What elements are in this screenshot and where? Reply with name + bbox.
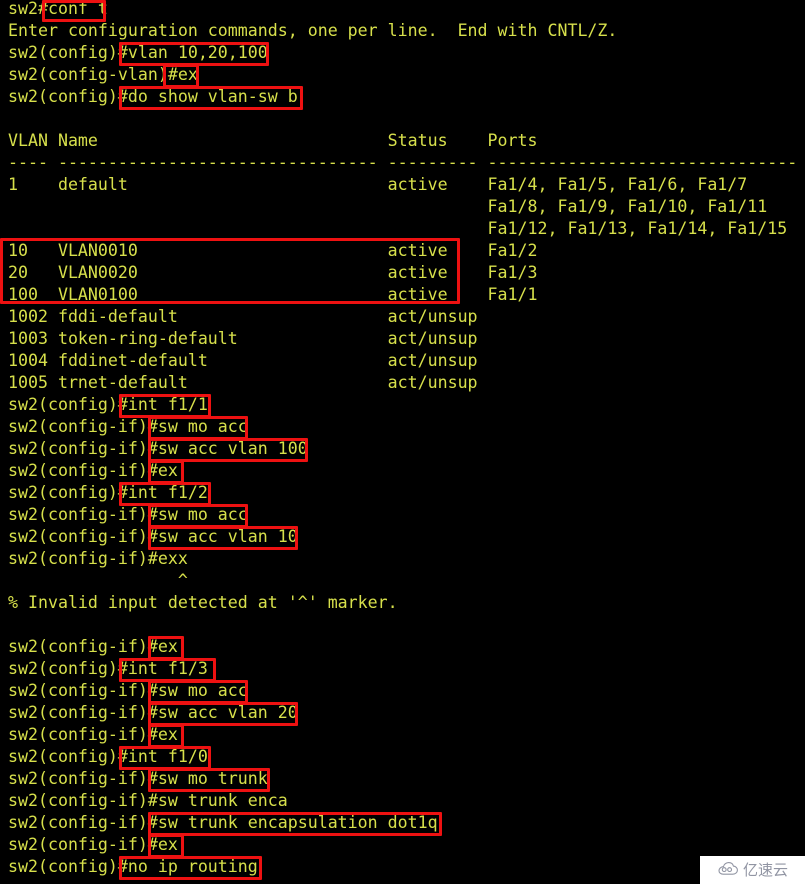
terminal-line: sw2(config)#no ip routing [8, 857, 258, 876]
terminal-line: Enter configuration commands, one per li… [8, 21, 618, 40]
terminal-line: 20 VLAN0020 active Fa1/3 [8, 263, 538, 282]
terminal-line: sw2(config-if)#ex [8, 461, 178, 480]
terminal-line: sw2(config-if)#sw mo acc [8, 505, 248, 524]
terminal-line: sw2(config-if)#sw mo trunk [8, 769, 268, 788]
watermark: 亿速云 [700, 856, 805, 884]
terminal-line: 1004 fddinet-default act/unsup [8, 351, 478, 370]
terminal-line: sw2(config)#int f1/0 [8, 747, 208, 766]
terminal-line: 1003 token-ring-default act/unsup [8, 329, 478, 348]
terminal-line: sw2(config-if)#sw trunk encapsulation do… [8, 813, 438, 832]
terminal-line: Fa1/8, Fa1/9, Fa1/10, Fa1/11 [8, 197, 768, 216]
watermark-text: 亿速云 [742, 860, 788, 879]
terminal-line: sw2(config-if)#ex [8, 835, 178, 854]
terminal-line: sw2(config-if)#ex [8, 637, 178, 656]
terminal-output[interactable]: sw2#conf t Enter configuration commands, … [0, 0, 805, 884]
terminal-line: VLAN Name Status Ports [8, 131, 538, 150]
terminal-line: sw2(config-vlan)#ex [8, 65, 198, 84]
terminal-line: sw2(config)#do show vlan-sw b [8, 87, 298, 106]
terminal-line: 100 VLAN0100 active Fa1/1 [8, 285, 538, 304]
terminal-line: 1005 trnet-default act/unsup [8, 373, 478, 392]
cloud-icon [717, 861, 739, 880]
terminal-line: ---- -------------------------------- --… [8, 153, 798, 172]
terminal-line: sw2(config-if)#ex [8, 725, 178, 744]
terminal-line: sw2#conf t [8, 0, 108, 18]
terminal-line: sw2(config-if)#sw acc vlan 10 [8, 527, 298, 546]
terminal-line: sw2(config-if)#sw trunk enca [8, 791, 288, 810]
terminal-line: 1 default active Fa1/4, Fa1/5, Fa1/6, Fa… [8, 175, 748, 194]
terminal-line: sw2(config-if)#sw acc vlan 100 [8, 439, 308, 458]
terminal-line: sw2(config-if)#exx [8, 549, 188, 568]
terminal-line: ^ [8, 571, 188, 590]
terminal-line: sw2(config-if)#sw acc vlan 20 [8, 703, 298, 722]
terminal-line: sw2(config)#vlan 10,20,100 [8, 43, 268, 62]
terminal-line: 10 VLAN0010 active Fa1/2 [8, 241, 538, 260]
terminal-line: sw2(config-if)#sw mo acc [8, 417, 248, 436]
terminal-line: sw2(config)#int f1/3 [8, 659, 208, 678]
terminal-line: sw2(config)#int f1/2 [8, 483, 208, 502]
terminal-line: Fa1/12, Fa1/13, Fa1/14, Fa1/15 [8, 219, 788, 238]
terminal-line: sw2(config-if)#sw mo acc [8, 681, 248, 700]
terminal-line: 1002 fddi-default act/unsup [8, 307, 478, 326]
terminal-line: % Invalid input detected at '^' marker. [8, 593, 398, 612]
terminal-line: sw2(config)#int f1/1 [8, 395, 208, 414]
